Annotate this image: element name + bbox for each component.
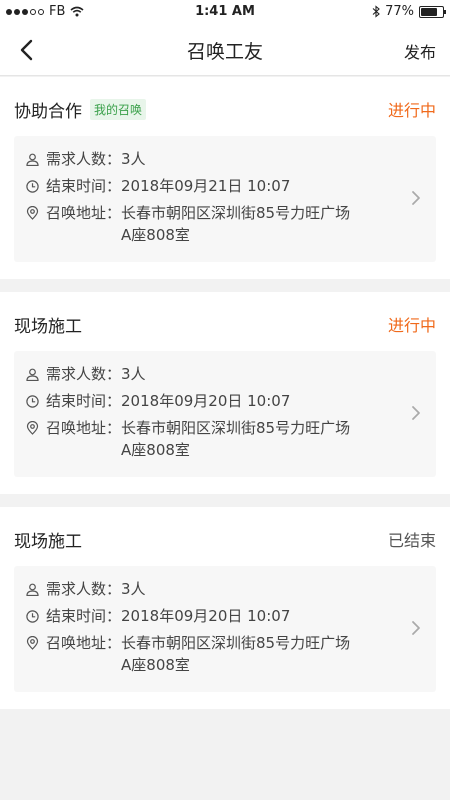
required-count-value: 3人 xyxy=(121,365,146,383)
summon-card: 现场施工 已结束 需求人数： 3人 结束时间： 2018年09月20日 10:0… xyxy=(0,507,450,709)
address-value: 长春市朝阳区深圳街85号力旺广场 A座808室 xyxy=(121,632,396,676)
address-line-2: A座808室 xyxy=(121,656,190,674)
address-label: 召唤地址： xyxy=(46,634,122,652)
address-value: 长春市朝阳区深圳街85号力旺广场 A座808室 xyxy=(121,202,396,246)
address-label: 召唤地址： xyxy=(46,419,122,437)
end-time-row: 结束时间： 2018年09月21日 10:07 xyxy=(26,175,396,197)
address-line-2: A座808室 xyxy=(121,441,190,459)
clock-icon xyxy=(26,175,40,197)
card-detail-link[interactable]: 需求人数： 3人 结束时间： 2018年09月20日 10:07 召唤地址： 长… xyxy=(14,566,436,692)
person-icon xyxy=(26,148,40,170)
address-line-1: 长春市朝阳区深圳街85号力旺广场 xyxy=(121,634,351,652)
end-time-label: 结束时间： xyxy=(46,607,122,625)
address-line-1: 长春市朝阳区深圳街85号力旺广场 xyxy=(121,204,351,222)
address-line-2: A座808室 xyxy=(121,226,190,244)
address-row: 召唤地址： 长春市朝阳区深圳街85号力旺广场 A座808室 xyxy=(26,632,396,676)
clock-icon xyxy=(26,605,40,627)
card-title: 现场施工 xyxy=(14,316,82,337)
person-icon xyxy=(26,363,40,385)
required-count-label: 需求人数： xyxy=(46,150,122,168)
back-chevron-icon[interactable] xyxy=(14,36,42,64)
card-header: 现场施工 已结束 xyxy=(14,527,436,552)
battery-percent: 77% xyxy=(385,4,414,19)
navigation-bar: 召唤工友 发布 xyxy=(0,24,450,76)
battery-icon xyxy=(419,5,446,18)
required-count-row: 需求人数： 3人 xyxy=(26,363,396,385)
publish-button[interactable]: 发布 xyxy=(404,39,436,63)
chevron-right-icon xyxy=(412,191,420,205)
required-count-row: 需求人数： 3人 xyxy=(26,578,396,600)
end-time-value: 2018年09月21日 10:07 xyxy=(121,177,291,195)
required-count-label: 需求人数： xyxy=(46,365,122,383)
card-header: 协助合作 我的召唤 进行中 xyxy=(14,97,436,122)
end-time-row: 结束时间： 2018年09月20日 10:07 xyxy=(26,605,396,627)
end-time-value: 2018年09月20日 10:07 xyxy=(121,607,291,625)
location-pin-icon xyxy=(26,202,40,224)
summon-list: 协助合作 我的召唤 进行中 需求人数： 3人 结束时间： 2018年09月21日… xyxy=(0,77,450,722)
required-count-label: 需求人数： xyxy=(46,580,122,598)
end-time-value: 2018年09月20日 10:07 xyxy=(121,392,291,410)
chevron-right-icon xyxy=(412,406,420,420)
status-badge: 进行中 xyxy=(387,316,436,335)
status-bar: FB 1:41 AM 77% xyxy=(0,0,450,24)
person-icon xyxy=(26,578,40,600)
card-detail-link[interactable]: 需求人数： 3人 结束时间： 2018年09月21日 10:07 召唤地址： 长… xyxy=(14,136,436,262)
status-badge: 已结束 xyxy=(387,531,436,550)
card-title: 现场施工 xyxy=(14,531,82,552)
my-summon-badge: 我的召唤 xyxy=(90,98,147,120)
address-line-1: 长春市朝阳区深圳街85号力旺广场 xyxy=(121,419,351,437)
address-row: 召唤地址： 长春市朝阳区深圳街85号力旺广场 A座808室 xyxy=(26,417,396,461)
required-count-value: 3人 xyxy=(121,150,146,168)
bluetooth-icon xyxy=(372,5,380,18)
address-row: 召唤地址： 长春市朝阳区深圳街85号力旺广场 A座808室 xyxy=(26,202,396,246)
end-time-row: 结束时间： 2018年09月20日 10:07 xyxy=(26,390,396,412)
battery-fill xyxy=(421,7,438,16)
status-badge: 进行中 xyxy=(387,101,436,120)
required-count-value: 3人 xyxy=(121,580,146,598)
address-label: 召唤地址： xyxy=(46,204,122,222)
location-pin-icon xyxy=(26,417,40,439)
end-time-label: 结束时间： xyxy=(46,177,122,195)
chevron-right-icon xyxy=(412,621,420,635)
card-detail-link[interactable]: 需求人数： 3人 结束时间： 2018年09月20日 10:07 召唤地址： 长… xyxy=(14,351,436,477)
card-header: 现场施工 进行中 xyxy=(14,312,436,337)
card-title: 协助合作 xyxy=(14,101,82,122)
location-pin-icon xyxy=(26,632,40,654)
summon-card: 现场施工 进行中 需求人数： 3人 结束时间： 2018年09月20日 10:0… xyxy=(0,292,450,494)
end-time-label: 结束时间： xyxy=(46,392,122,410)
address-value: 长春市朝阳区深圳街85号力旺广场 A座808室 xyxy=(121,417,396,461)
summon-card: 协助合作 我的召唤 进行中 需求人数： 3人 结束时间： 2018年09月21日… xyxy=(0,77,450,279)
required-count-row: 需求人数： 3人 xyxy=(26,148,396,170)
battery-group: 77% xyxy=(372,4,446,19)
clock-icon xyxy=(26,390,40,412)
page-title: 召唤工友 xyxy=(186,41,263,63)
